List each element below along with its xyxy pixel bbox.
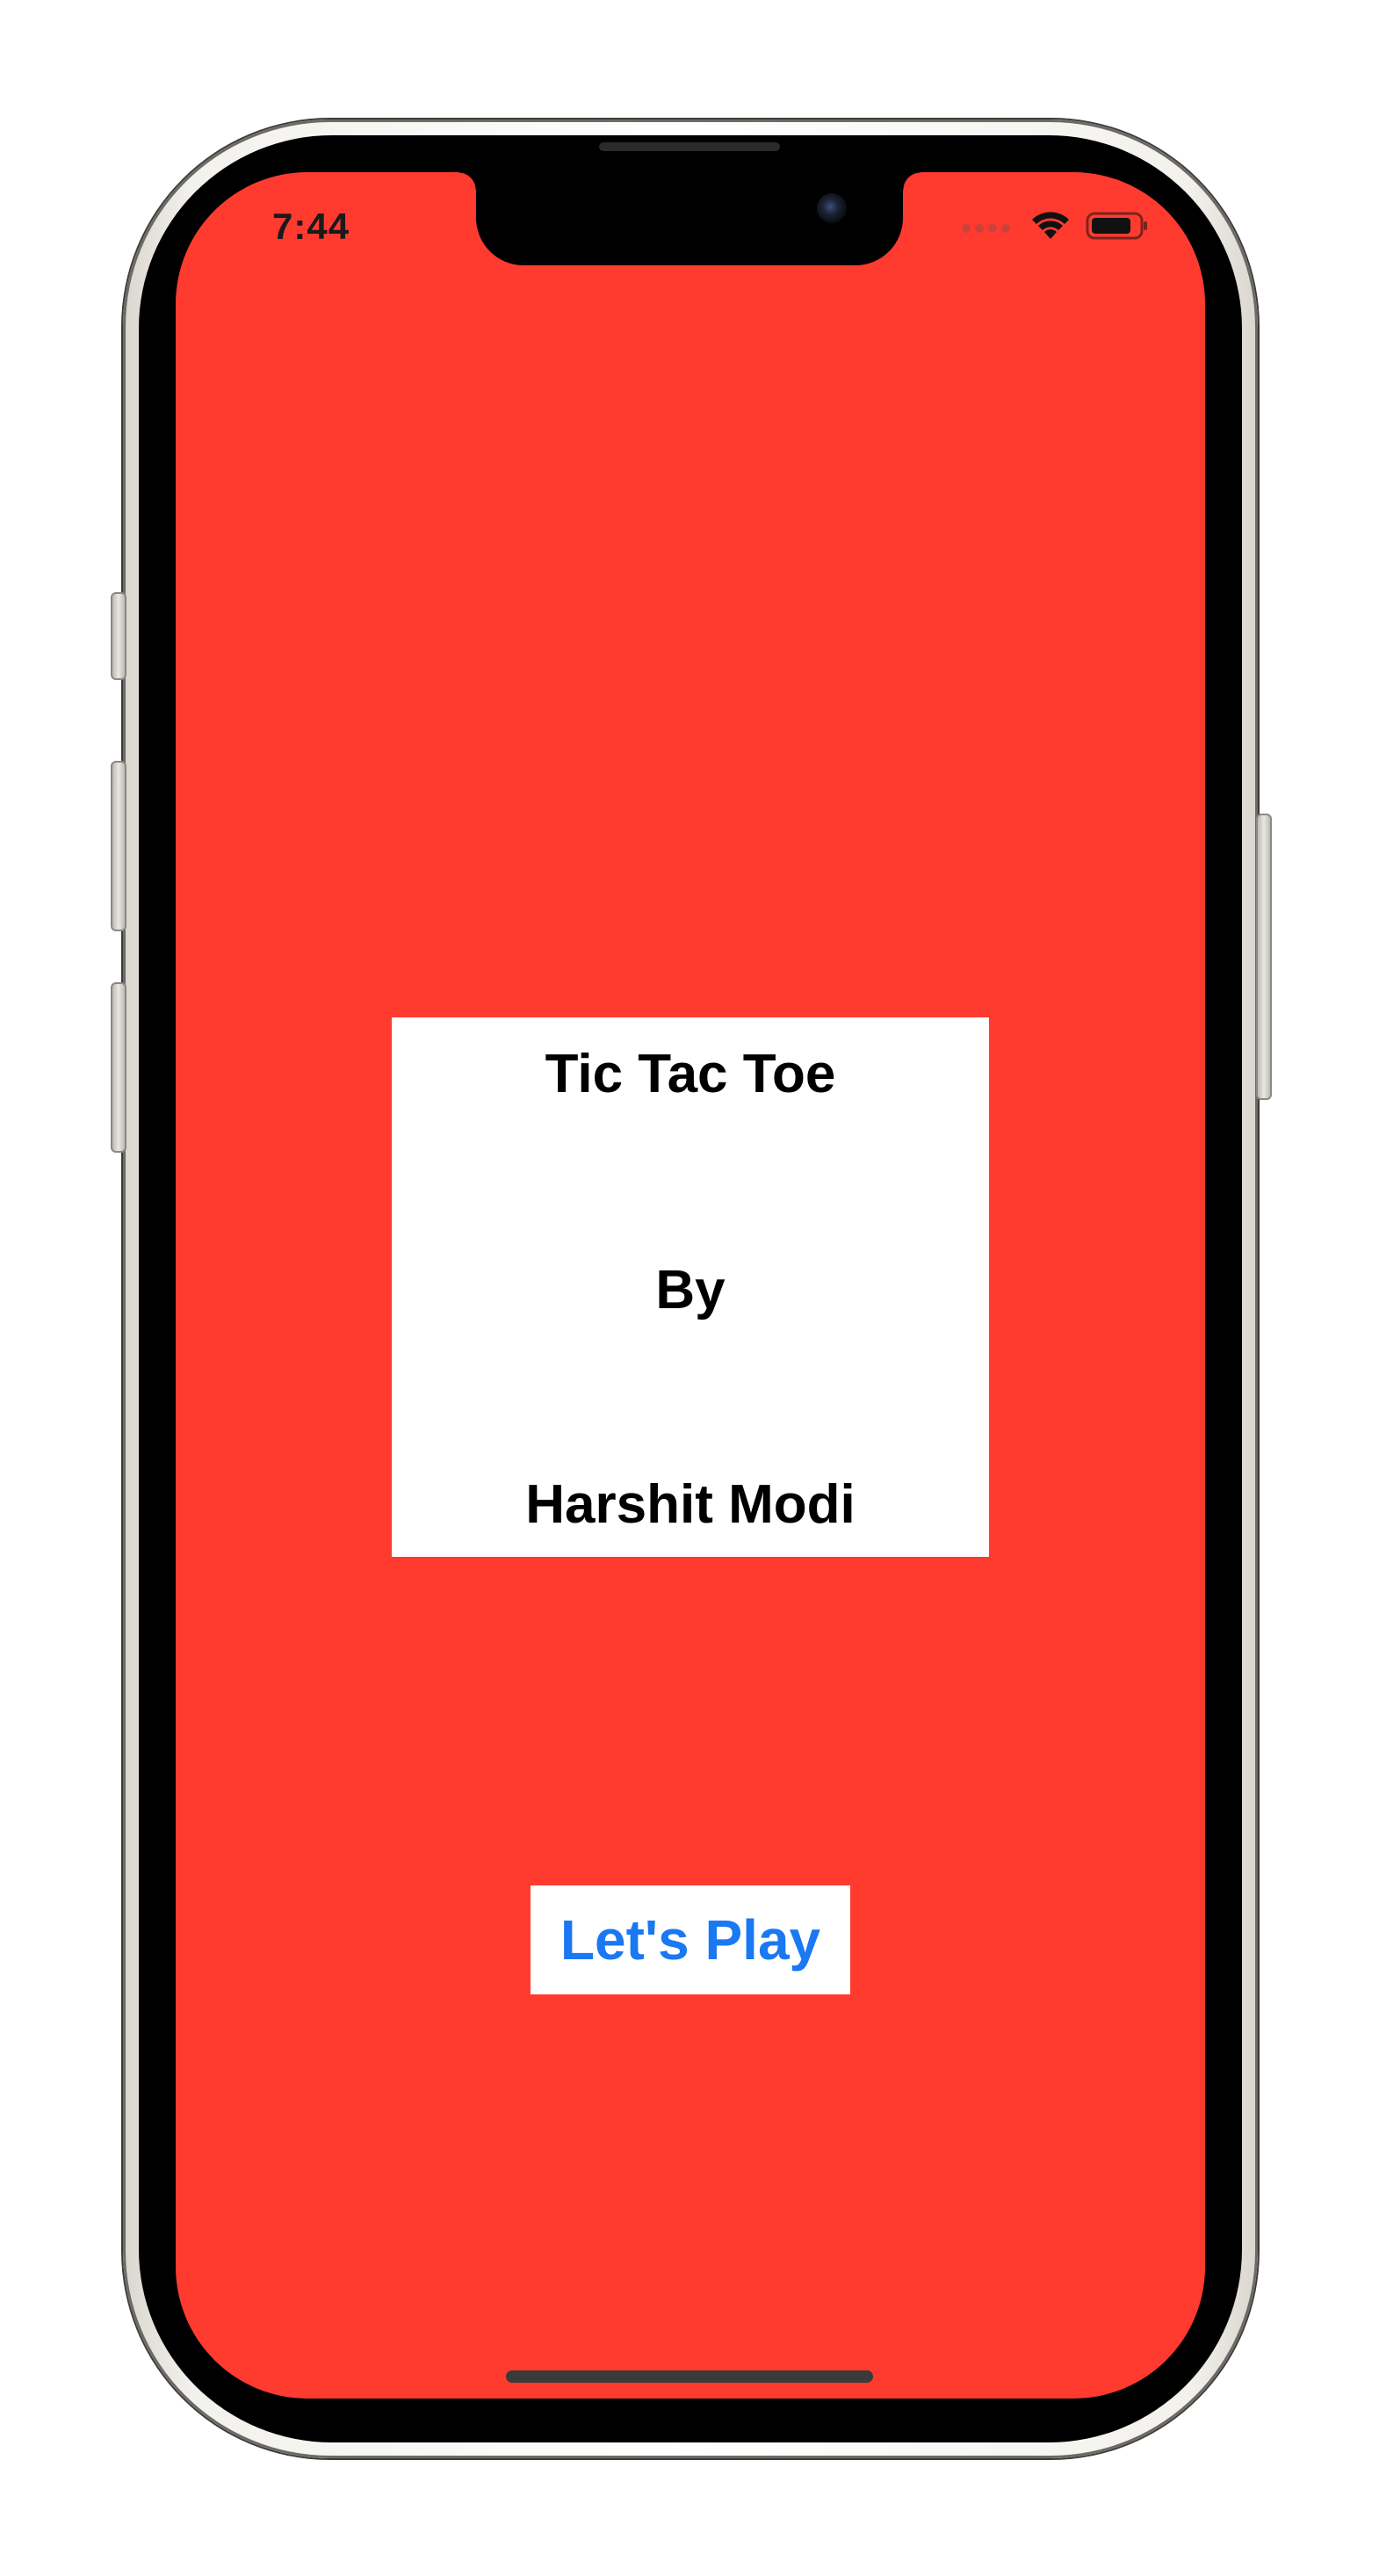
power-button — [1256, 814, 1272, 1100]
wifi-icon — [1031, 211, 1070, 245]
volume-down-button — [111, 982, 126, 1153]
notch — [458, 172, 921, 265]
volume-up-button — [111, 761, 126, 931]
by-label: By — [655, 1260, 726, 1321]
game-title: Tic Tac Toe — [545, 1044, 836, 1104]
earpiece-speaker — [599, 142, 780, 151]
battery-icon — [1086, 211, 1149, 245]
home-indicator[interactable] — [506, 2370, 873, 2383]
title-card: Tic Tac Toe By Harshit Modi — [392, 1017, 989, 1557]
status-icons — [962, 211, 1149, 245]
device-mockup: 7:44 Tic Tac Toe By Harshit Modi Let's P… — [0, 0, 1379, 2576]
silent-switch — [111, 592, 126, 680]
front-camera — [817, 193, 847, 223]
lets-play-button[interactable]: Let's Play — [531, 1885, 850, 1994]
cellular-signal-icon — [962, 223, 1010, 233]
status-time: 7:44 — [272, 206, 350, 247]
author-name: Harshit Modi — [525, 1474, 856, 1535]
app-screen: 7:44 Tic Tac Toe By Harshit Modi Let's P… — [176, 172, 1205, 2399]
